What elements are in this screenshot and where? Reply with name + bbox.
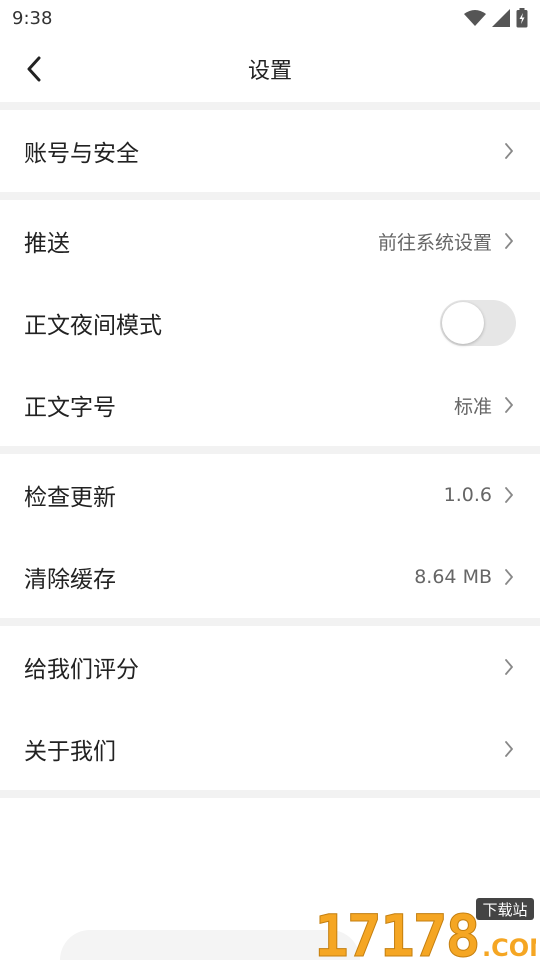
row-push[interactable]: 推送 前往系统设置 bbox=[0, 200, 540, 282]
watermark-tag: 下载站 bbox=[482, 901, 527, 919]
chevron-right-icon bbox=[502, 396, 516, 414]
section-divider bbox=[0, 446, 540, 454]
row-account-security[interactable]: 账号与安全 bbox=[0, 110, 540, 192]
row-clear-cache[interactable]: 清除缓存 8.64 MB bbox=[0, 536, 540, 618]
section-divider bbox=[0, 192, 540, 200]
night-mode-toggle[interactable] bbox=[440, 300, 516, 346]
signal-icon bbox=[492, 9, 510, 27]
row-label: 给我们评分 bbox=[24, 657, 139, 683]
row-font-size[interactable]: 正文字号 标准 bbox=[0, 364, 540, 446]
watermark-logo: 下载站 17178 .COM bbox=[314, 898, 536, 960]
row-value: 标准 bbox=[453, 395, 492, 418]
row-night-mode: 正文夜间模式 bbox=[0, 282, 540, 364]
chevron-right-icon bbox=[502, 568, 516, 586]
status-time: 9:38 bbox=[12, 7, 53, 29]
chevron-right-icon bbox=[502, 486, 516, 504]
row-right: 1.0.6 bbox=[444, 484, 516, 506]
row-right bbox=[502, 142, 516, 160]
battery-icon bbox=[516, 8, 528, 28]
row-value: 前往系统设置 bbox=[377, 231, 492, 254]
row-about-us[interactable]: 关于我们 bbox=[0, 708, 540, 790]
row-rate-us[interactable]: 给我们评分 bbox=[0, 626, 540, 708]
row-label: 正文字号 bbox=[24, 395, 116, 421]
wifi-icon bbox=[464, 10, 486, 26]
row-check-update[interactable]: 检查更新 1.0.6 bbox=[0, 454, 540, 536]
toggle-knob bbox=[442, 302, 484, 344]
row-right bbox=[502, 658, 516, 676]
chevron-right-icon bbox=[502, 658, 516, 676]
page-title: 设置 bbox=[247, 59, 292, 84]
section-divider bbox=[0, 790, 540, 798]
status-icons bbox=[464, 8, 528, 28]
watermark-sub: .COM bbox=[482, 934, 536, 960]
watermark-text: 17178 bbox=[314, 902, 479, 960]
section-divider bbox=[0, 102, 540, 110]
row-label: 清除缓存 bbox=[24, 567, 116, 593]
row-right bbox=[502, 740, 516, 758]
back-button[interactable] bbox=[16, 51, 52, 87]
row-label: 账号与安全 bbox=[24, 141, 139, 167]
row-right: 标准 bbox=[454, 392, 516, 419]
chevron-left-icon bbox=[27, 56, 41, 82]
status-bar: 9:38 bbox=[0, 0, 540, 36]
chevron-right-icon bbox=[502, 740, 516, 758]
row-label: 正文夜间模式 bbox=[24, 313, 162, 339]
row-value: 8.64 MB bbox=[414, 566, 492, 588]
chevron-right-icon bbox=[502, 232, 516, 250]
section-divider bbox=[0, 618, 540, 626]
row-value: 1.0.6 bbox=[443, 484, 492, 506]
row-right: 前往系统设置 bbox=[378, 228, 516, 255]
row-label: 关于我们 bbox=[24, 739, 116, 765]
chevron-right-icon bbox=[502, 142, 516, 160]
row-label: 推送 bbox=[24, 231, 70, 257]
nav-bar: 设置 bbox=[0, 36, 540, 102]
row-label: 检查更新 bbox=[24, 485, 116, 511]
row-right: 8.64 MB bbox=[414, 566, 516, 588]
